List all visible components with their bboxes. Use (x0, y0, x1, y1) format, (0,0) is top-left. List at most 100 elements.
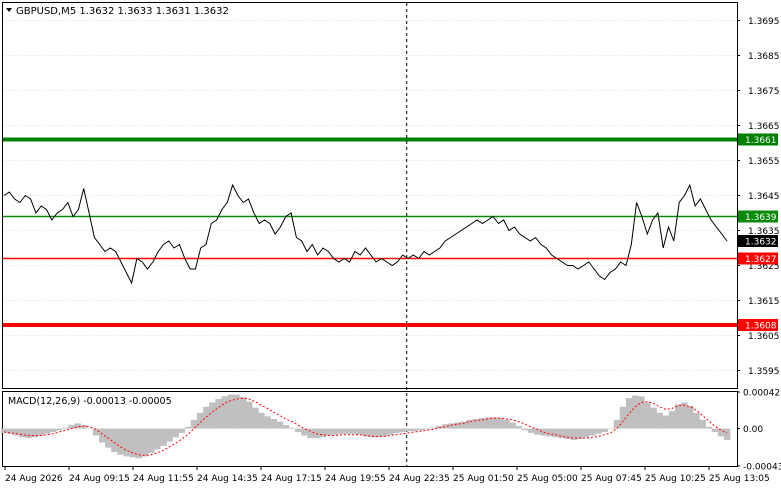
macd-bar (662, 415, 670, 429)
macd-bar (154, 428, 161, 450)
current-price-label: 1.3632 (745, 238, 777, 248)
macd-bar (576, 428, 584, 440)
macd-bar (344, 428, 351, 434)
macd-bar (668, 411, 676, 429)
macd-bar (497, 418, 504, 429)
time-axis: 24 Aug 2026 24 Aug 09:15 24 Aug 11:55 24 Au… (4, 466, 770, 484)
macd-tick-label: 0.00 (743, 425, 763, 435)
time-tick-label: 24 Aug 2026 (5, 474, 63, 484)
macd-bar (656, 412, 663, 429)
macd-bar (699, 419, 706, 429)
price-tick-label: 1.3695 (748, 17, 780, 27)
macd-bar (172, 428, 179, 438)
price-tick-label: 1.3665 (748, 122, 780, 132)
macd-bar (264, 416, 271, 429)
symbol-header: GBPUSD,M5 1.3632 1.3633 1.3631 1.3632 (16, 6, 229, 17)
macd-bar (589, 428, 596, 436)
macd-bar (252, 407, 259, 429)
macd-bar (209, 402, 216, 429)
macd-bar (405, 428, 412, 432)
macd-bar (717, 428, 725, 437)
macd-bar (607, 428, 614, 430)
macd-bar (693, 412, 700, 429)
macd-bar (527, 428, 535, 433)
macd-bar (540, 428, 547, 436)
macd-bar (417, 428, 425, 431)
macd-bar (595, 428, 602, 434)
macd-bar (197, 412, 204, 429)
macd-bar (62, 427, 69, 429)
macd-bar (632, 395, 639, 429)
time-tick-label: 24 Aug 22:35 (389, 474, 450, 484)
macd-bar (386, 428, 394, 435)
price-tick-label: 1.3615 (748, 297, 780, 307)
macd-bar (282, 425, 290, 429)
price-tick-label: 1.3605 (748, 332, 780, 342)
macd-bar (203, 406, 210, 429)
macd-bar (723, 428, 731, 440)
macd-tick-label: -0.00043 (743, 463, 781, 473)
macd-bar (141, 428, 149, 457)
macd-bar (246, 401, 253, 429)
macd-bar (705, 426, 712, 429)
macd-bar (92, 428, 100, 436)
time-tick-label: 24 Aug 14:35 (197, 474, 258, 484)
macd-bar (111, 428, 118, 453)
macd-bar (319, 428, 326, 438)
time-tick-label: 25 Aug 01:50 (453, 474, 514, 484)
macd-bar (19, 428, 26, 438)
macd-bar (399, 428, 406, 433)
macd-bar (215, 398, 222, 429)
macd-bar (123, 428, 130, 457)
macd-bar (583, 428, 590, 438)
macd-bar (350, 428, 357, 434)
level-label-text: 1.3608 (745, 322, 777, 332)
macd-bar (86, 428, 94, 430)
macd-bar (681, 402, 688, 429)
macd-bar (270, 418, 277, 429)
macd-bar (288, 427, 296, 429)
macd-bar (356, 428, 363, 435)
macd-bar (13, 428, 20, 436)
macd-bar (276, 421, 284, 429)
macd-bar (650, 407, 657, 429)
macd-bar (625, 398, 633, 429)
macd-bar (37, 428, 45, 436)
macd-bar (448, 423, 455, 429)
macd-bar (221, 396, 228, 429)
macd-bar (160, 428, 167, 446)
macd-tick-label: 0.00042 (743, 389, 780, 399)
level-label-text: 1.3627 (745, 255, 777, 265)
macd-bar (552, 428, 559, 438)
time-tick-label: 24 Aug 11:55 (133, 474, 194, 484)
macd-bar (393, 428, 400, 433)
time-tick-label: 25 Aug 10:25 (645, 474, 706, 484)
time-tick-label: 24 Aug 17:15 (261, 474, 322, 484)
macd-bar (644, 402, 651, 429)
macd-bar (147, 428, 155, 453)
macd-bar (331, 428, 339, 435)
price-tick-label: 1.3675 (748, 87, 780, 97)
macd-bar (380, 428, 388, 437)
time-tick-label: 25 Aug 07:45 (581, 474, 642, 484)
macd-bar (43, 428, 51, 434)
macd-bar (166, 428, 173, 442)
macd-bar (411, 428, 418, 432)
macd-bar (460, 421, 467, 429)
price-chart-canvas: 1.3695 1.3685 1.3675 1.3665 1.3655 1.3645 1.36… (0, 2, 781, 484)
macd-bar (295, 428, 302, 433)
time-tick-label: 24 Aug 19:55 (325, 474, 386, 484)
macd-bar (337, 428, 345, 434)
macd-bar (25, 428, 32, 439)
macd-bar (184, 426, 192, 429)
macd-bar (515, 425, 523, 429)
macd-bar (178, 428, 186, 433)
macd-bar (423, 428, 431, 430)
macd-bar (117, 428, 124, 455)
macd-bar (325, 428, 333, 436)
macd-bar (619, 406, 627, 429)
macd-bar (56, 428, 63, 431)
macd-bar (503, 419, 510, 429)
level-label-text: 1.3639 (745, 213, 777, 223)
macd-bar (307, 428, 314, 439)
